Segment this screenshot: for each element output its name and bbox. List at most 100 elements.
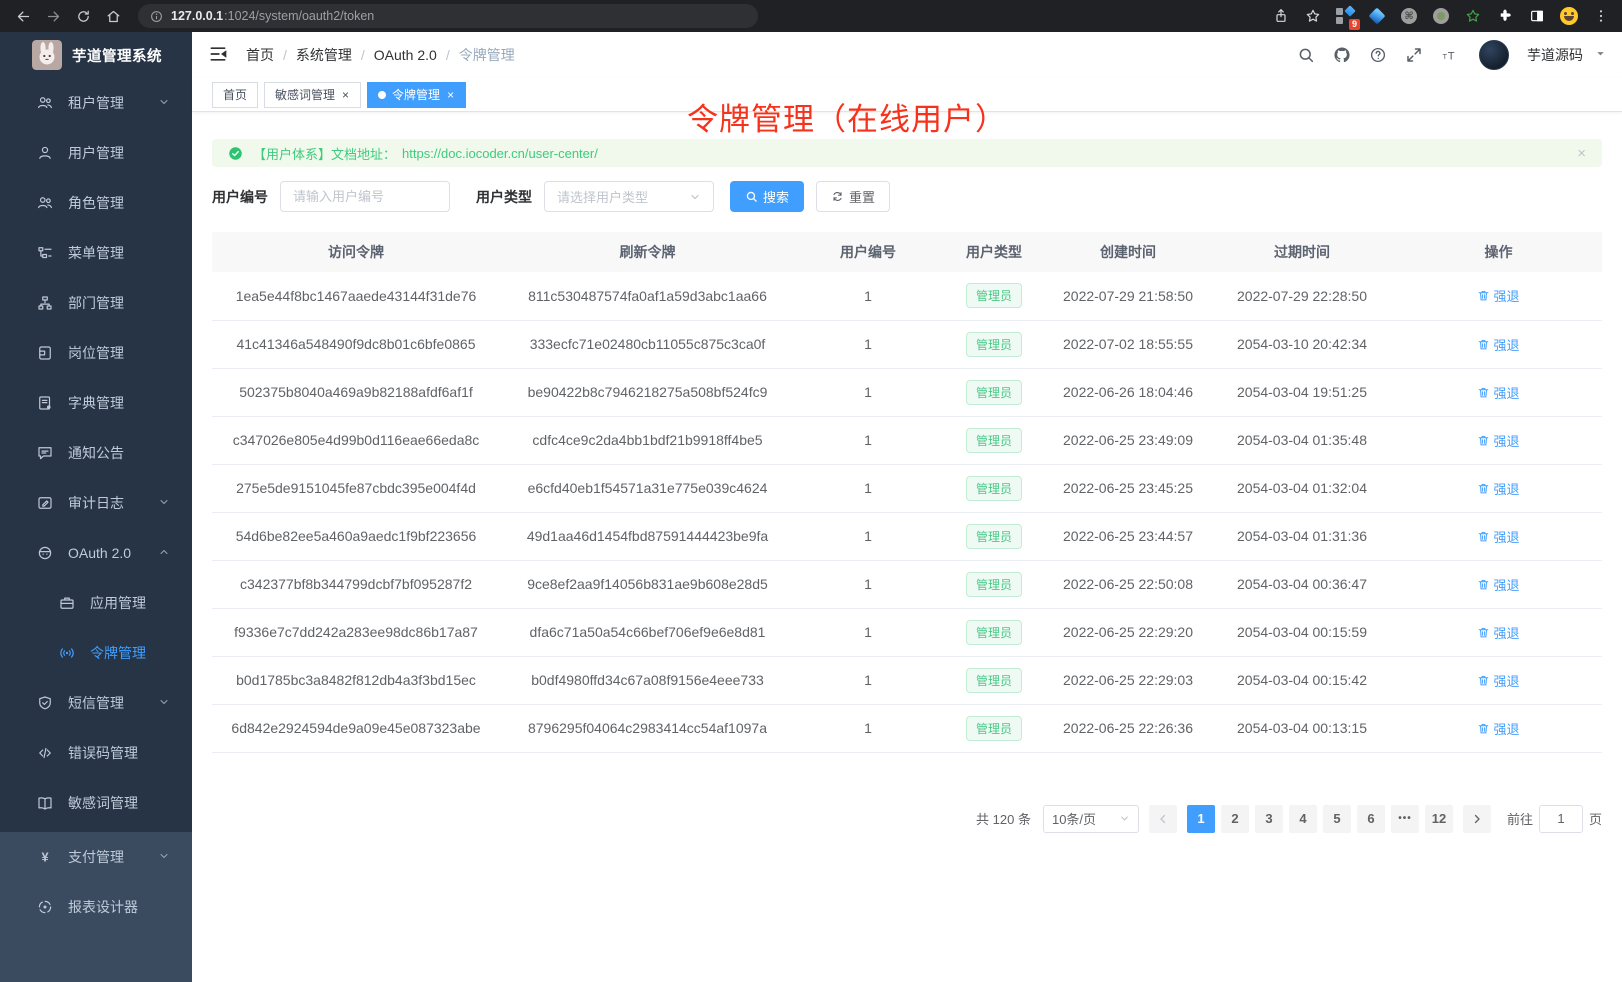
bookmark-star-icon[interactable] <box>1302 5 1324 27</box>
search-button[interactable]: 搜索 <box>730 181 804 212</box>
user-name[interactable]: 芋道源码 <box>1527 45 1583 65</box>
browser-back-icon[interactable] <box>10 3 36 29</box>
chevron-down-icon[interactable] <box>1595 46 1606 64</box>
page-button-3[interactable]: 3 <box>1255 805 1283 833</box>
sidebar-item-menu[interactable]: 菜单管理 <box>0 228 192 278</box>
browser-home-icon[interactable] <box>100 3 126 29</box>
search-icon[interactable] <box>1293 42 1319 68</box>
tab-close-icon[interactable]: × <box>341 88 350 102</box>
reset-button-label: 重置 <box>849 187 875 206</box>
sidebar-item-post[interactable]: 岗位管理 <box>0 328 192 378</box>
cell-expire-time: 2054-03-10 20:42:34 <box>1209 320 1395 368</box>
cell-user-id: 1 <box>795 560 941 608</box>
alert-close-icon[interactable]: × <box>1577 145 1586 162</box>
page-size-select[interactable]: 10条/页 <box>1043 805 1139 833</box>
breadcrumb-item[interactable]: OAuth 2.0 <box>374 47 437 63</box>
sidebar-item-dict[interactable]: 字典管理 <box>0 378 192 428</box>
page-button-1[interactable]: 1 <box>1187 805 1215 833</box>
table-row: b0d1785bc3a8482f812db4a3f3bd15ec b0df498… <box>212 656 1602 704</box>
fullscreen-icon[interactable] <box>1401 42 1427 68</box>
extension-dot-icon[interactable] <box>1430 5 1452 27</box>
force-logout-button[interactable]: 强退 <box>1477 575 1519 594</box>
prev-page-button[interactable] <box>1149 805 1177 833</box>
sidebar-item-notice[interactable]: 通知公告 <box>0 428 192 478</box>
tab-close-icon[interactable]: × <box>446 88 455 102</box>
url-bar[interactable]: 127.0.0.1:1024/system/oauth2/token <box>138 4 758 28</box>
sidebar-item-report[interactable]: 报表设计器 <box>0 882 192 932</box>
breadcrumb-item[interactable]: 首页 <box>246 45 274 65</box>
user-type-badge: 管理员 <box>966 380 1022 405</box>
breadcrumb-item[interactable]: 系统管理 <box>296 45 352 65</box>
browser-forward-icon[interactable] <box>40 3 66 29</box>
url-host: 127.0.0.1 <box>171 9 223 23</box>
tab-令牌管理[interactable]: 令牌管理× <box>367 82 466 108</box>
user-type-select[interactable]: 请选择用户类型 <box>544 181 714 212</box>
split-screen-icon[interactable] <box>1526 5 1548 27</box>
search-icon <box>745 190 758 203</box>
cell-access-token: f9336e7c7dd242a283ee98dc86b17a87 <box>212 608 500 656</box>
sidebar-item-audit[interactable]: 审计日志 <box>0 478 192 528</box>
page-button-6[interactable]: 6 <box>1357 805 1385 833</box>
force-logout-button[interactable]: 强退 <box>1477 719 1519 738</box>
cell-expire-time: 2054-03-04 00:15:59 <box>1209 608 1395 656</box>
tab-敏感词管理[interactable]: 敏感词管理× <box>264 82 361 108</box>
force-logout-button[interactable]: 强退 <box>1477 479 1519 498</box>
sidebar-item-oauth2-app[interactable]: 应用管理 <box>0 578 192 628</box>
goto-page-input[interactable] <box>1539 805 1583 833</box>
user-avatar[interactable] <box>1479 40 1509 70</box>
extension-grid-icon[interactable]: 9 <box>1334 5 1356 27</box>
sidebar-item-errcode[interactable]: 错误码管理 <box>0 728 192 778</box>
extensions-puzzle-icon[interactable] <box>1494 5 1516 27</box>
share-icon[interactable] <box>1270 5 1292 27</box>
table-header: 访问令牌 <box>212 232 500 272</box>
profile-smiley-icon[interactable] <box>1558 5 1580 27</box>
force-logout-button[interactable]: 强退 <box>1477 623 1519 642</box>
force-logout-button[interactable]: 强退 <box>1477 286 1519 305</box>
cell-refresh-token: 333ecfc71e02480cb11055c875c3ca0f <box>500 320 795 368</box>
sidebar-item-user[interactable]: 用户管理 <box>0 128 192 178</box>
alert-text: 【用户体系】文档地址： <box>253 144 396 163</box>
reset-button[interactable]: 重置 <box>816 181 890 212</box>
sidebar-item-pay[interactable]: ¥ 支付管理 <box>0 832 192 882</box>
github-icon[interactable] <box>1329 42 1355 68</box>
page-button-12[interactable]: 12 <box>1425 805 1453 833</box>
cell-refresh-token: 8796295f04064c2983414cc54af1097a <box>500 704 795 752</box>
force-logout-button[interactable]: 强退 <box>1477 383 1519 402</box>
page-button-5[interactable]: 5 <box>1323 805 1351 833</box>
table-header: 创建时间 <box>1047 232 1209 272</box>
sidebar-item-dept[interactable]: 部门管理 <box>0 278 192 328</box>
user-type-badge: 管理员 <box>966 668 1022 693</box>
browser-reload-icon[interactable] <box>70 3 96 29</box>
sidebar-item-oauth2-token[interactable]: 令牌管理 <box>0 628 192 678</box>
page-more-button[interactable]: ••• <box>1391 805 1419 833</box>
user-id-input[interactable] <box>280 181 450 212</box>
page-button-4[interactable]: 4 <box>1289 805 1317 833</box>
browser-menu-icon[interactable] <box>1590 5 1612 27</box>
browser-chrome: 127.0.0.1:1024/system/oauth2/token 9 ⌘ <box>0 0 1622 32</box>
tab-bar: 首页敏感词管理×令牌管理× <box>192 78 1622 112</box>
page-button-2[interactable]: 2 <box>1221 805 1249 833</box>
sidebar-item-oauth2[interactable]: OAuth 2.0 <box>0 528 192 578</box>
sidebar-item-tenant[interactable]: 租户管理 <box>0 78 192 128</box>
next-page-button[interactable] <box>1463 805 1491 833</box>
app-logo[interactable]: 芋道管理系统 <box>0 32 192 78</box>
help-icon[interactable] <box>1365 42 1391 68</box>
sidebar-item-role[interactable]: 角色管理 <box>0 178 192 228</box>
font-size-icon[interactable]: TT <box>1437 42 1463 68</box>
cell-expire-time: 2054-03-04 00:15:42 <box>1209 656 1395 704</box>
report-designer-icon <box>36 898 54 916</box>
force-logout-button[interactable]: 强退 <box>1477 335 1519 354</box>
tab-首页[interactable]: 首页 <box>212 82 258 108</box>
cell-created-time: 2022-07-02 18:55:55 <box>1047 320 1209 368</box>
collapse-sidebar-icon[interactable] <box>208 44 230 66</box>
sidebar-item-sms[interactable]: 短信管理 <box>0 678 192 728</box>
extension-diamond-icon[interactable] <box>1366 5 1388 27</box>
force-logout-button[interactable]: 强退 <box>1477 527 1519 546</box>
alert-doc-link[interactable]: https://doc.iocoder.cn/user-center/ <box>402 146 598 161</box>
sidebar-item-sensitive[interactable]: 敏感词管理 <box>0 778 192 828</box>
extension-star-icon[interactable] <box>1462 5 1484 27</box>
force-logout-button[interactable]: 强退 <box>1477 671 1519 690</box>
extension-command-icon[interactable]: ⌘ <box>1398 5 1420 27</box>
force-logout-button[interactable]: 强退 <box>1477 431 1519 450</box>
table-header: 刷新令牌 <box>500 232 795 272</box>
